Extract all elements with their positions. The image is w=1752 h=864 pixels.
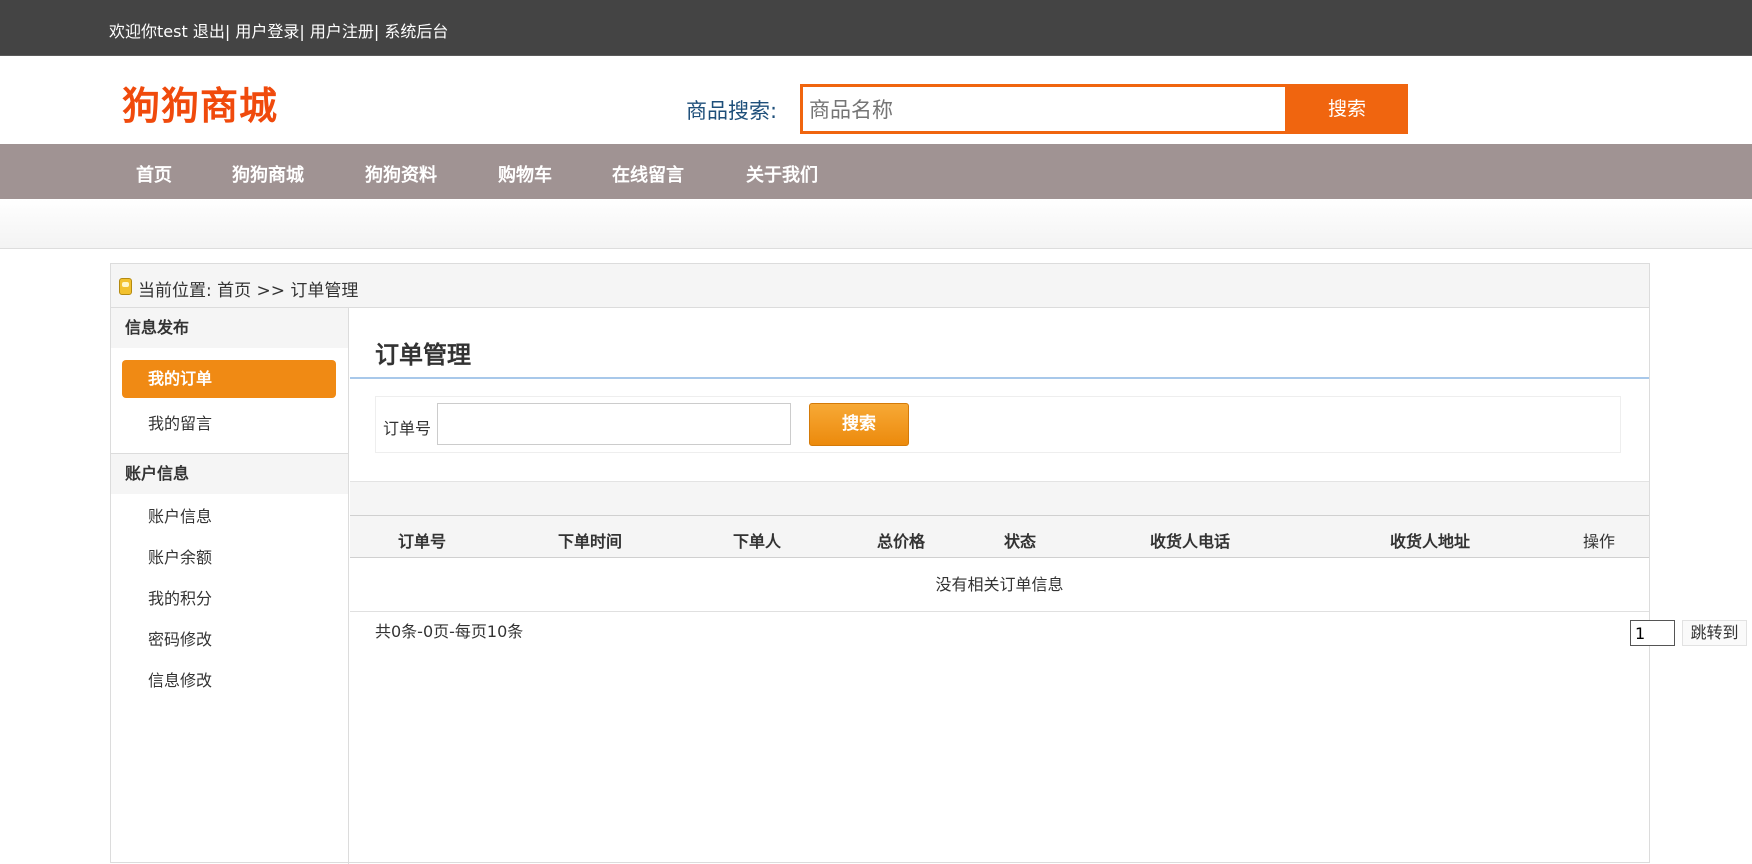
order-filter: 订单号 搜索 xyxy=(375,396,1621,453)
search-input[interactable] xyxy=(809,91,1279,129)
search-button[interactable]: 搜索 xyxy=(1286,84,1408,134)
sidebar-section-title: 信息发布 xyxy=(111,308,348,348)
nav-item-cart[interactable]: 购物车 xyxy=(498,161,552,187)
separator: | xyxy=(224,22,236,41)
welcome-text: 欢迎你test xyxy=(109,22,188,41)
main-panel: 当前位置: 首页 >> 订单管理 信息发布 我的订单 我的留言 账户信息 账户信… xyxy=(110,263,1747,864)
page-title: 订单管理 xyxy=(375,341,471,369)
order-search-button[interactable]: 搜索 xyxy=(809,403,909,446)
nav-item-shop[interactable]: 狗狗商城 xyxy=(232,161,304,187)
sidebar-item-password[interactable]: 密码修改 xyxy=(148,626,212,650)
table-header: 订单号 下单时间 下单人 总价格 状态 收货人电话 收货人地址 操作 xyxy=(350,515,1649,558)
search-box xyxy=(800,84,1288,134)
top-bar: 欢迎你test 退出| 用户登录| 用户注册| 系统后台 xyxy=(0,0,1752,56)
empty-table-message: 没有相关订单信息 xyxy=(350,558,1649,612)
logout-link[interactable]: 退出 xyxy=(193,22,225,41)
main-nav: 首页 狗狗商城 狗狗资料 购物车 在线留言 关于我们 xyxy=(0,144,1752,199)
page-number-input[interactable] xyxy=(1630,620,1675,646)
sidebar-item-points[interactable]: 我的积分 xyxy=(148,585,212,609)
sidebar-item-my-orders[interactable]: 我的订单 xyxy=(122,360,336,398)
column-header: 订单号 xyxy=(398,532,447,551)
nav-item-home[interactable]: 首页 xyxy=(136,161,172,187)
column-header: 总价格 xyxy=(877,532,926,551)
sidebar-item-balance[interactable]: 账户余额 xyxy=(148,544,212,568)
divider xyxy=(350,377,1649,379)
nav-item-dog-info[interactable]: 狗狗资料 xyxy=(365,161,437,187)
column-header: 下单人 xyxy=(733,532,782,551)
breadcrumb: 当前位置: 首页 >> 订单管理 xyxy=(111,264,1649,308)
separator: | xyxy=(373,22,385,41)
sidebar-section-title: 账户信息 xyxy=(111,454,348,494)
order-number-input[interactable] xyxy=(437,403,791,445)
site-logo[interactable]: 狗狗商城 xyxy=(122,75,278,130)
column-header: 收货人电话 xyxy=(1150,532,1231,551)
content-area: 订单管理 订单号 搜索 订单号 下单时间 下单人 总价格 状态 收货人电话 收货… xyxy=(350,308,1747,864)
search-label: 商品搜索: xyxy=(686,99,778,123)
register-link[interactable]: 用户注册 xyxy=(310,22,374,41)
breadcrumb-text: 当前位置: 首页 >> 订单管理 xyxy=(138,281,359,301)
jump-to-page-button[interactable]: 跳转到 xyxy=(1682,620,1747,646)
nav-item-messages[interactable]: 在线留言 xyxy=(612,161,684,187)
column-header: 收货人地址 xyxy=(1390,532,1471,551)
sidebar: 信息发布 我的订单 我的留言 账户信息 账户信息 账户余额 我的积分 密码修改 … xyxy=(111,308,349,864)
pagination-info: 共0条-0页-每页10条 xyxy=(375,622,524,641)
column-header: 操作 xyxy=(1583,532,1616,551)
top-links: 欢迎你test 退出| 用户登录| 用户注册| 系统后台 xyxy=(109,18,448,42)
sidebar-item-edit-profile[interactable]: 信息修改 xyxy=(148,667,212,691)
order-number-label: 订单号 xyxy=(383,419,432,438)
login-link[interactable]: 用户登录 xyxy=(235,22,299,41)
nav-item-about[interactable]: 关于我们 xyxy=(746,161,818,187)
table-toolbar xyxy=(350,481,1649,515)
separator: | xyxy=(299,22,310,41)
location-icon xyxy=(119,278,132,295)
column-header: 状态 xyxy=(1004,532,1037,551)
sidebar-item-account-info[interactable]: 账户信息 xyxy=(148,503,212,527)
header-band xyxy=(0,199,1752,249)
sidebar-item-my-messages[interactable]: 我的留言 xyxy=(148,410,212,434)
column-header: 下单时间 xyxy=(558,532,623,551)
admin-link[interactable]: 系统后台 xyxy=(384,22,448,41)
